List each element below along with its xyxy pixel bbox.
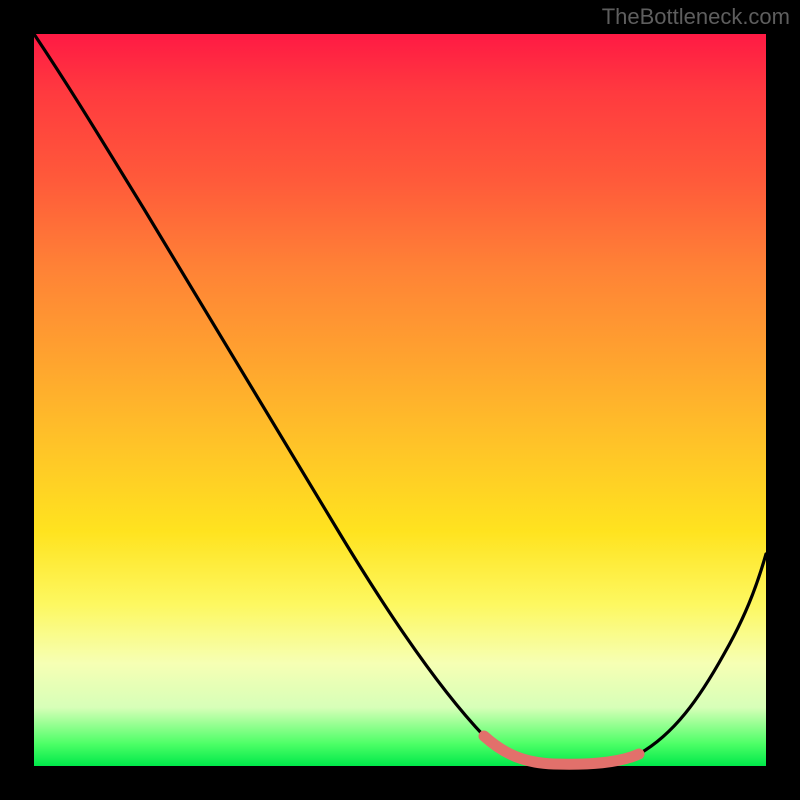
plot-area xyxy=(34,34,766,766)
curve-layer xyxy=(34,34,766,766)
chart-frame: TheBottleneck.com xyxy=(0,0,800,800)
bottleneck-curve xyxy=(34,34,766,764)
trough-highlight xyxy=(484,736,639,764)
watermark-text: TheBottleneck.com xyxy=(602,4,790,30)
